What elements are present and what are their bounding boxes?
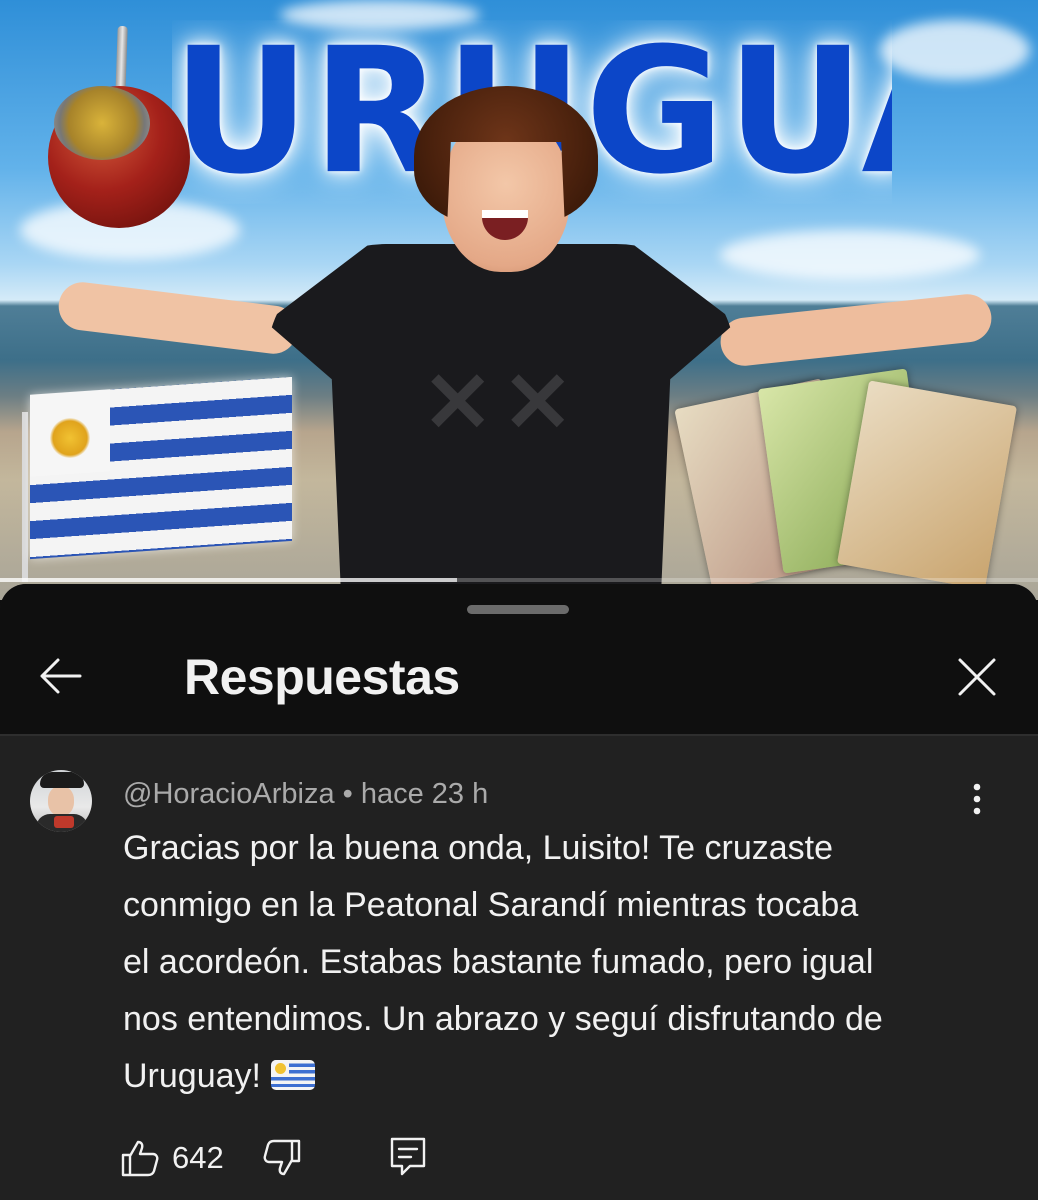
like-button[interactable] (120, 1138, 160, 1178)
comment-time: hace 23 h (360, 778, 489, 810)
more-vertical-icon (973, 783, 981, 815)
comment-author[interactable]: @HoracioArbiza (123, 778, 335, 810)
avatar-accordion (54, 816, 74, 828)
more-options-button[interactable] (958, 780, 996, 818)
person-arm-left (55, 279, 301, 357)
sheet-title: Respuestas (184, 649, 460, 705)
video-thumbnail[interactable]: URUGUAY × × (0, 0, 1038, 600)
avatar[interactable] (30, 770, 92, 832)
banknote (836, 380, 1018, 590)
comment-meta: @HoracioArbiza • hace 23 h (123, 774, 488, 814)
shirt-x-mark: × (420, 346, 496, 451)
person-arm-right (718, 291, 994, 369)
comment-line: el acordeón. Estabas bastante fumado, pe… (123, 943, 874, 981)
video-progress-fill (0, 578, 457, 582)
reply-icon (390, 1137, 426, 1176)
replies-sheet: Respuestas @HoracioArbiza • hace 23 h Gr… (0, 584, 1038, 1200)
screen: URUGUAY × × Respu (0, 0, 1038, 1200)
comment-line: Uruguay! (123, 1057, 261, 1095)
drag-handle[interactable] (467, 605, 569, 614)
sheet-header: Respuestas (0, 584, 1038, 736)
video-progress-bar[interactable] (0, 578, 1038, 582)
avatar-hat (40, 772, 84, 788)
comment-line: nos entendimos. Un abrazo y seguí disfru… (123, 1000, 883, 1038)
shirt-x-mark: × (500, 346, 576, 451)
reply-button[interactable] (388, 1136, 428, 1178)
thumbs-down-icon (263, 1139, 301, 1176)
cloud (880, 20, 1030, 80)
comment-body: Gracias por la buena onda, Luisito! Te c… (123, 820, 1003, 1105)
close-button[interactable] (950, 650, 1004, 704)
back-button[interactable] (36, 650, 88, 702)
comment-actions: 642 (120, 1132, 520, 1184)
dislike-button[interactable] (262, 1138, 302, 1178)
arrow-left-icon (40, 658, 82, 694)
comment-line-last: Uruguay! (123, 1048, 1003, 1105)
comment-line: Gracias por la buena onda, Luisito! Te c… (123, 829, 834, 867)
thumbs-up-icon (121, 1140, 159, 1177)
close-icon (958, 658, 996, 696)
comment-line: conmigo en la Peatonal Sarandí mientras … (123, 886, 859, 924)
avatar-face (48, 786, 74, 816)
sun-of-may-icon (50, 418, 90, 458)
like-count: 642 (172, 1140, 224, 1175)
meta-separator: • (334, 778, 361, 810)
cloud (720, 230, 980, 280)
mate-rim (54, 86, 150, 160)
flag-pole (22, 412, 28, 582)
uruguay-flag-emoji-icon (270, 1060, 315, 1090)
